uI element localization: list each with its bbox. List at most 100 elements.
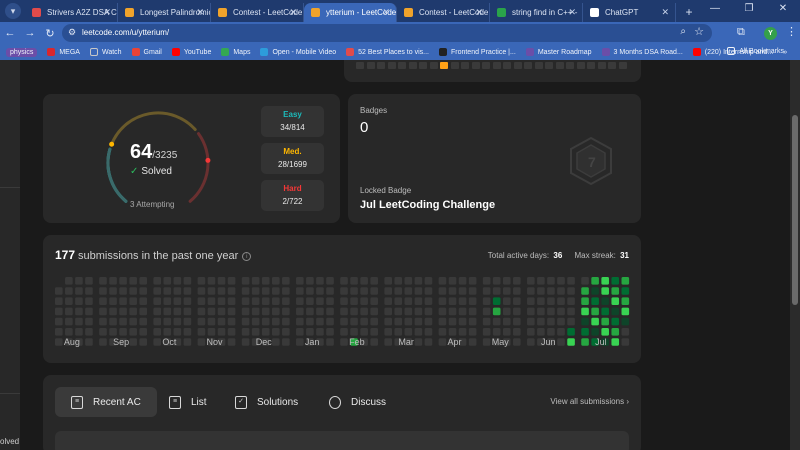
heatmap-cell[interactable]	[350, 317, 358, 326]
heatmap-cell[interactable]	[492, 287, 501, 295]
heatmap-cell[interactable]	[296, 297, 304, 305]
heatmap-cell[interactable]	[414, 307, 423, 316]
heatmap-cell[interactable]	[183, 297, 192, 305]
heatmap-cell[interactable]	[468, 297, 477, 305]
heatmap-cell[interactable]	[404, 307, 413, 316]
heatmap-cell[interactable]	[448, 328, 457, 336]
heatmap-cell[interactable]	[271, 328, 280, 336]
heatmap-cell[interactable]	[360, 317, 368, 326]
heatmap-cell[interactable]	[261, 277, 270, 285]
heatmap-cell[interactable]	[326, 328, 334, 336]
heatmap-cell[interactable]	[502, 297, 511, 305]
heatmap-cell[interactable]	[601, 307, 609, 316]
heatmap-cell[interactable]	[197, 307, 206, 316]
heatmap-cell[interactable]	[306, 328, 314, 336]
heatmap-cell[interactable]	[591, 277, 599, 285]
heatmap-cell[interactable]	[227, 328, 236, 336]
heatmap-cell[interactable]	[119, 307, 127, 316]
heatmap-cell[interactable]	[621, 338, 630, 346]
heatmap-cell[interactable]	[424, 338, 433, 346]
heatmap-cell[interactable]	[448, 277, 457, 285]
heatmap-cell[interactable]	[448, 317, 457, 326]
heatmap-cell[interactable]	[414, 297, 423, 305]
heatmap-cell[interactable]	[153, 328, 162, 336]
heatmap-cell[interactable]	[296, 287, 304, 295]
bookmark-item[interactable]: 3 Months DSA Road...	[601, 48, 683, 56]
heatmap-cell[interactable]	[581, 277, 589, 285]
heatmap-cell[interactable]	[527, 277, 535, 285]
heatmap-cell[interactable]	[414, 317, 423, 326]
browser-tab[interactable]: Contest - LeetCode ✕	[397, 3, 490, 22]
heatmap-cell[interactable]	[55, 338, 63, 346]
close-icon[interactable]: ✕	[661, 3, 669, 22]
heatmap-cell[interactable]	[65, 277, 73, 285]
heatmap-cell[interactable]	[55, 328, 63, 336]
heatmap-cell[interactable]	[537, 277, 545, 285]
close-icon[interactable]: ✕	[103, 3, 111, 22]
heatmap-cell[interactable]	[458, 287, 467, 295]
heatmap-cell[interactable]	[261, 307, 270, 316]
heatmap-cell[interactable]	[621, 307, 630, 316]
heatmap-cell[interactable]	[109, 317, 117, 326]
heatmap-cell[interactable]	[350, 287, 358, 295]
heatmap-cell[interactable]	[129, 338, 137, 346]
heatmap-cell[interactable]	[404, 277, 413, 285]
heatmap-cell[interactable]	[227, 297, 236, 305]
heatmap-cell[interactable]	[316, 297, 324, 305]
heatmap-cell[interactable]	[468, 328, 477, 336]
heatmap-cell[interactable]	[414, 338, 423, 346]
heatmap-cell[interactable]	[65, 328, 73, 336]
heatmap-cell[interactable]	[611, 328, 620, 336]
close-icon[interactable]: ✕	[568, 3, 576, 22]
heatmap-cell[interactable]	[207, 317, 216, 326]
heatmap-cell[interactable]	[85, 277, 93, 285]
heatmap-cell[interactable]	[394, 277, 403, 285]
heatmap-cell[interactable]	[109, 297, 117, 305]
heatmap-cell[interactable]	[163, 287, 172, 295]
heatmap-cell[interactable]	[326, 287, 334, 295]
heatmap-cell[interactable]	[99, 297, 107, 305]
close-window-icon[interactable]: ✕	[766, 0, 800, 18]
heatmap-cell[interactable]	[271, 317, 280, 326]
heatmap-cell[interactable]	[282, 277, 290, 285]
heatmap-cell[interactable]	[350, 328, 358, 336]
heatmap-cell[interactable]	[316, 287, 324, 295]
heatmap-cell[interactable]	[261, 317, 270, 326]
heatmap-cell[interactable]	[251, 287, 260, 295]
heatmap-cell[interactable]	[581, 328, 589, 336]
heatmap-cell[interactable]	[492, 328, 501, 336]
difficulty-hard[interactable]: Hard 2/722	[261, 180, 324, 211]
heatmap-cell[interactable]	[567, 297, 575, 305]
close-icon[interactable]: ✕	[289, 3, 297, 22]
extensions-icon[interactable]: ⧉	[737, 26, 745, 39]
heatmap-cell[interactable]	[207, 328, 216, 336]
heatmap-cell[interactable]	[370, 277, 379, 285]
heatmap-cell[interactable]	[75, 287, 83, 295]
browser-tab[interactable]: Contest - LeetCode ✕	[211, 3, 304, 22]
back-icon[interactable]: ←	[0, 27, 20, 39]
heatmap-cell[interactable]	[547, 277, 555, 285]
heatmap-cell[interactable]	[340, 297, 348, 305]
heatmap-cell[interactable]	[547, 307, 555, 316]
heatmap-cell[interactable]	[547, 287, 555, 295]
heatmap-cell[interactable]	[261, 287, 270, 295]
view-all-submissions-link[interactable]: View all submissions ›	[550, 397, 629, 406]
heatmap-cell[interactable]	[537, 297, 545, 305]
site-info-icon[interactable]: ⚙	[68, 27, 76, 38]
heatmap-cell[interactable]	[207, 297, 216, 305]
heatmap-cell[interactable]	[163, 328, 172, 336]
heatmap-cell[interactable]	[217, 317, 226, 326]
heatmap-cell[interactable]	[414, 277, 423, 285]
heatmap-cell[interactable]	[360, 328, 368, 336]
heatmap-cell[interactable]	[394, 287, 403, 295]
heatmap-cell[interactable]	[527, 287, 535, 295]
heatmap-cell[interactable]	[424, 277, 433, 285]
heatmap-cell[interactable]	[340, 287, 348, 295]
heatmap-cell[interactable]	[85, 317, 93, 326]
heatmap-cell[interactable]	[557, 338, 565, 346]
heatmap-cell[interactable]	[384, 338, 393, 346]
heatmap-cell[interactable]	[282, 338, 290, 346]
heatmap-cell[interactable]	[591, 287, 599, 295]
difficulty-medium[interactable]: Med. 28/1699	[261, 143, 324, 174]
heatmap-cell[interactable]	[85, 338, 93, 346]
